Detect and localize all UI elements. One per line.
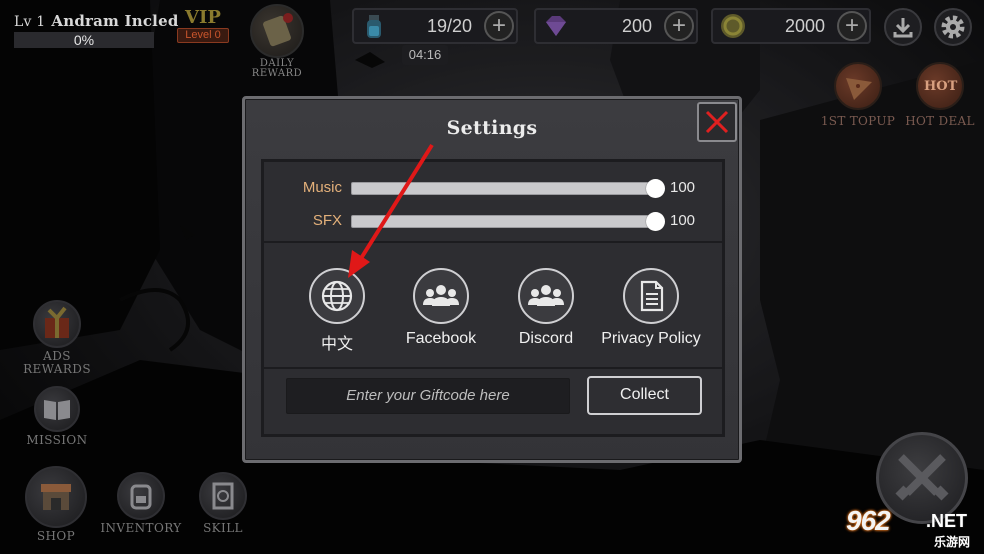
coin-icon bbox=[719, 12, 747, 40]
download-button[interactable] bbox=[884, 8, 922, 46]
divider bbox=[264, 367, 722, 369]
scroll-icon bbox=[250, 4, 304, 58]
xp-bar: 0% bbox=[14, 32, 154, 48]
player-name-line: Lv 1 Andram Incled bbox=[14, 12, 178, 30]
group-icon bbox=[518, 268, 574, 324]
shop-button[interactable]: SHOP bbox=[22, 466, 90, 543]
skill-label: SKILL bbox=[203, 521, 243, 535]
energy-timer: 04:16 bbox=[402, 45, 448, 65]
watermark: 962 .NET 乐游网 bbox=[842, 505, 982, 551]
energy-counter: 19/20 + bbox=[352, 8, 518, 44]
gift-icon bbox=[33, 300, 81, 348]
vip-badge[interactable]: VIP Level 0 bbox=[176, 8, 230, 43]
language-button[interactable]: 中文 bbox=[277, 268, 397, 354]
sfx-slider[interactable] bbox=[351, 212, 665, 231]
sfx-value: 100 bbox=[670, 212, 696, 229]
inventory-button[interactable]: INVENTORY bbox=[98, 472, 184, 535]
sfx-slider-row: SFX 100 bbox=[264, 209, 722, 233]
ads-rewards-button[interactable]: ADS REWARDS bbox=[22, 300, 92, 376]
group-icon bbox=[413, 268, 469, 324]
music-slider-thumb[interactable] bbox=[646, 179, 665, 198]
potion-icon bbox=[360, 12, 388, 40]
first-topup-label: 1ST TOPUP bbox=[820, 114, 896, 128]
shop-icon bbox=[25, 466, 87, 528]
backpack-icon bbox=[117, 472, 165, 520]
watermark-suffix: .NET bbox=[926, 511, 968, 531]
collect-button[interactable]: Collect bbox=[587, 376, 702, 415]
ads-rewards-label: ADS REWARDS bbox=[22, 350, 92, 376]
first-topup-button[interactable]: 1ST TOPUP bbox=[818, 62, 898, 128]
close-icon bbox=[705, 110, 729, 134]
gold-counter: 2000 + bbox=[711, 8, 871, 44]
hot-deal-button[interactable]: HOT HOT DEAL bbox=[900, 62, 980, 128]
player-info: Lv 1 Andram Incled 0% bbox=[14, 12, 178, 48]
music-value: 100 bbox=[670, 179, 696, 196]
gems-value: 200 bbox=[621, 16, 652, 36]
settings-button[interactable] bbox=[934, 8, 972, 46]
music-label: Music bbox=[302, 179, 342, 196]
sfx-label: SFX bbox=[312, 212, 342, 229]
giftcode-input[interactable]: Enter your Giftcode here bbox=[286, 378, 570, 414]
close-button[interactable] bbox=[697, 102, 737, 142]
privacy-policy-button[interactable]: Privacy Policy bbox=[591, 268, 711, 348]
daily-label-line2: REWARD bbox=[251, 68, 303, 79]
gold-value: 2000 bbox=[784, 16, 825, 36]
globe-icon bbox=[309, 268, 365, 324]
mission-button[interactable]: MISSION bbox=[22, 386, 92, 447]
book-icon bbox=[34, 386, 80, 432]
hot-deal-label: HOT DEAL bbox=[905, 114, 975, 128]
ads-label-line2: REWARDS bbox=[23, 362, 91, 376]
dialog-title: Settings bbox=[446, 117, 538, 139]
skill-book-icon bbox=[199, 472, 247, 520]
player-name: Andram Incled bbox=[51, 12, 179, 30]
sfx-slider-thumb[interactable] bbox=[646, 212, 665, 231]
hot-deal-icon: HOT bbox=[916, 62, 964, 110]
settings-dialog: Settings Music 100 SFX 100 中文 Facebook D… bbox=[242, 96, 742, 463]
mission-label: MISSION bbox=[26, 433, 88, 447]
privacy-policy-label: Privacy Policy bbox=[601, 330, 701, 347]
discord-button[interactable]: Discord bbox=[486, 268, 606, 348]
vip-title: VIP bbox=[185, 7, 221, 28]
shop-label: SHOP bbox=[36, 529, 76, 543]
gems-counter: 200 + bbox=[534, 8, 698, 44]
settings-panel: Music 100 SFX 100 中文 Facebook Discord Pr… bbox=[261, 159, 725, 437]
gem-icon bbox=[542, 12, 570, 40]
music-slider-row: Music 100 bbox=[264, 176, 722, 200]
skill-button[interactable]: SKILL bbox=[194, 472, 252, 535]
add-gems-button[interactable]: + bbox=[664, 11, 694, 41]
discord-label: Discord bbox=[518, 330, 574, 347]
document-icon bbox=[623, 268, 679, 324]
add-energy-button[interactable]: + bbox=[484, 11, 514, 41]
vip-level: Level 0 bbox=[177, 28, 229, 43]
daily-reward-button[interactable]: DAILY REWARD bbox=[248, 4, 306, 79]
inventory-label: INVENTORY bbox=[100, 521, 182, 535]
facebook-label: Facebook bbox=[405, 330, 477, 347]
xp-percent: 0% bbox=[73, 32, 95, 48]
add-gold-button[interactable]: + bbox=[837, 11, 867, 41]
gear-icon bbox=[941, 15, 965, 39]
facebook-button[interactable]: Facebook bbox=[381, 268, 501, 348]
player-level: Lv 1 bbox=[14, 14, 46, 30]
divider bbox=[264, 241, 722, 243]
energy-value: 19/20 bbox=[426, 16, 472, 36]
language-label: 中文 bbox=[320, 334, 353, 353]
watermark-number: 962 bbox=[846, 505, 891, 536]
music-slider[interactable] bbox=[351, 179, 665, 198]
pizza-icon bbox=[834, 62, 882, 110]
download-icon bbox=[893, 18, 913, 38]
daily-reward-label: DAILY REWARD bbox=[248, 59, 306, 79]
hot-badge: HOT bbox=[924, 79, 958, 94]
watermark-cn: 乐游网 bbox=[934, 535, 971, 549]
